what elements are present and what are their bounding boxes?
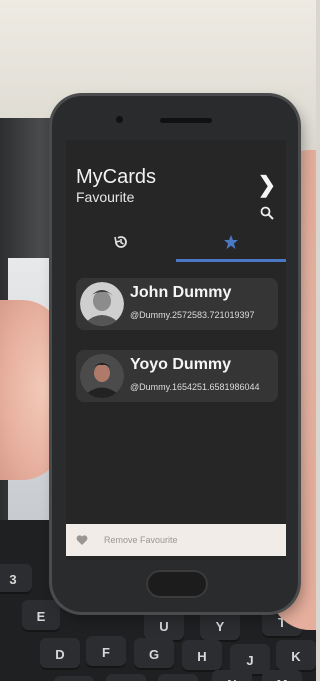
- history-icon: [114, 236, 127, 248]
- card-name: Yoyo Dummy: [130, 356, 232, 373]
- earpiece-speaker: [160, 118, 212, 123]
- list-item[interactable]: John Dummy @Dummy.2572583.721019397: [76, 278, 278, 330]
- home-button[interactable]: [146, 570, 208, 598]
- search-icon[interactable]: [260, 206, 274, 220]
- tab-favourite[interactable]: [176, 224, 286, 260]
- photo-scene: 3 E T U Y D F G H J K C V B N M MyCards …: [0, 0, 316, 681]
- tab-bar: [66, 224, 286, 262]
- tab-history[interactable]: [66, 224, 176, 260]
- key: G: [134, 638, 174, 670]
- remove-favourite-bar[interactable]: Remove Favourite: [66, 524, 286, 556]
- app-title: MyCards: [76, 166, 157, 188]
- key: 3: [0, 564, 32, 594]
- page-subtitle: Favourite: [76, 189, 135, 205]
- key: F: [86, 636, 126, 668]
- avatar: [80, 354, 124, 398]
- key: Y: [200, 610, 240, 642]
- card-handle: @Dummy.2572583.721019397: [130, 310, 255, 320]
- smartphone: MyCards Favourite ❯ John Dummy @Dummy.25…: [52, 96, 298, 612]
- tab-selected-indicator: [176, 259, 286, 262]
- key: N: [212, 670, 252, 681]
- key: C: [54, 676, 94, 681]
- key: B: [158, 674, 198, 681]
- key: M: [262, 670, 302, 681]
- heart-icon: [76, 535, 88, 545]
- list-item[interactable]: Yoyo Dummy @Dummy.1654251.6581986044: [76, 350, 278, 402]
- remove-favourite-label: Remove Favourite: [104, 535, 178, 545]
- key: D: [40, 638, 80, 670]
- card-handle: @Dummy.1654251.6581986044: [130, 382, 260, 392]
- phone-screen: MyCards Favourite ❯ John Dummy @Dummy.25…: [66, 140, 286, 560]
- chevron-right-icon[interactable]: ❯: [258, 172, 276, 198]
- star-icon: [224, 235, 238, 249]
- card-name: John Dummy: [130, 284, 232, 301]
- key: K: [276, 640, 316, 672]
- key: E: [22, 600, 60, 632]
- key: H: [182, 640, 222, 672]
- front-camera: [116, 116, 123, 123]
- avatar: [80, 282, 124, 326]
- key: V: [106, 674, 146, 681]
